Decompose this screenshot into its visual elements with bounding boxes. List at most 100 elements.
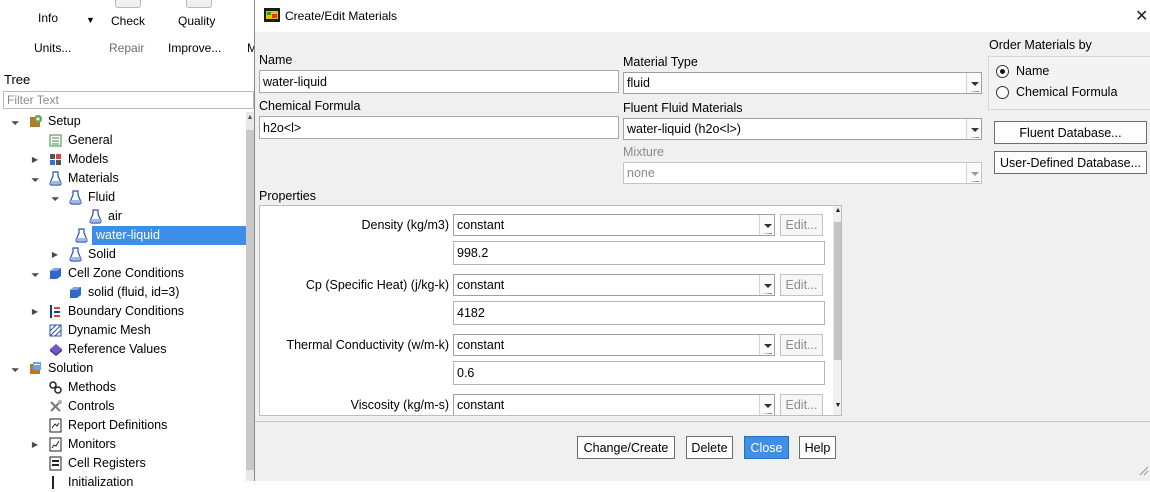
- delete-button[interactable]: Delete: [686, 436, 733, 459]
- collapse-icon[interactable]: ◢: [25, 168, 46, 189]
- toolbar-quality-button[interactable]: Quality: [178, 14, 215, 28]
- tree-item-solid-fluid-id-3[interactable]: solid (fluid, id=3): [0, 283, 246, 302]
- tree-item-fluid[interactable]: ◢ Fluid: [0, 188, 246, 207]
- collapse-icon[interactable]: ◢: [5, 358, 26, 379]
- property-method-dropdown[interactable]: constant: [453, 394, 775, 415]
- scroll-up-icon[interactable]: ▲: [246, 114, 254, 121]
- scroll-down-icon[interactable]: ▼: [833, 402, 841, 409]
- mixture-label: Mixture: [623, 145, 664, 159]
- tree-item-methods[interactable]: Methods: [0, 378, 246, 397]
- property-value-input[interactable]: [454, 302, 824, 324]
- expand-icon[interactable]: ▶: [50, 245, 60, 264]
- scroll-up-icon[interactable]: ▲: [833, 207, 841, 214]
- tree-item-cell-registers[interactable]: Cell Registers: [0, 454, 246, 473]
- tree-scrollbar[interactable]: ▲: [246, 112, 254, 481]
- tree-item-label: Solution: [48, 361, 94, 375]
- chemical-formula-input[interactable]: [260, 117, 618, 138]
- reference-icon: [50, 344, 62, 356]
- order-by-name-label[interactable]: Name: [1016, 64, 1049, 78]
- name-field[interactable]: [259, 70, 619, 93]
- report-icon: [49, 418, 62, 433]
- tree-item-setup[interactable]: ◢ Setup: [0, 112, 246, 131]
- property-value-input[interactable]: [454, 362, 824, 384]
- tree-item-air[interactable]: air: [0, 207, 246, 226]
- order-by-formula-label[interactable]: Chemical Formula: [1016, 85, 1117, 99]
- property-edit-button: Edit...: [780, 394, 823, 415]
- fluent-materials-dropdown[interactable]: water-liquid (h2o<l>): [623, 118, 982, 140]
- name-input[interactable]: [260, 71, 618, 92]
- material-type-dropdown[interactable]: fluid: [623, 72, 982, 94]
- property-value-field[interactable]: [453, 301, 825, 325]
- methods-icon: [49, 381, 62, 394]
- tree-filter[interactable]: [3, 91, 254, 109]
- close-icon[interactable]: ✕: [1135, 6, 1148, 26]
- help-button[interactable]: Help: [799, 436, 836, 459]
- order-by-name-radio[interactable]: [996, 65, 1009, 78]
- toolbar-improve-button[interactable]: Improve...: [168, 41, 221, 55]
- fluent-database-button[interactable]: Fluent Database...: [994, 121, 1147, 144]
- chevron-down-icon[interactable]: [966, 119, 981, 139]
- dialog-titlebar: Create/Edit Materials ✕: [255, 0, 1150, 32]
- property-method-dropdown[interactable]: constant: [453, 274, 775, 296]
- tree-item-boundary-conditions[interactable]: ▶ Boundary Conditions: [0, 302, 246, 321]
- close-button[interactable]: Close: [744, 436, 789, 459]
- change-create-button[interactable]: Change/Create: [577, 436, 675, 459]
- tree-item-general[interactable]: General: [0, 131, 246, 150]
- expand-icon[interactable]: ▶: [30, 150, 40, 169]
- filter-input[interactable]: [4, 92, 253, 108]
- tree-item-cell-zone-conditions[interactable]: ◢ Cell Zone Conditions: [0, 264, 246, 283]
- chevron-down-icon[interactable]: ▼: [86, 15, 95, 25]
- property-method-dropdown[interactable]: constant: [453, 334, 775, 356]
- collapse-icon[interactable]: ◢: [25, 263, 46, 284]
- property-edit-button: Edit...: [780, 214, 823, 236]
- property-method-value: constant: [457, 398, 505, 412]
- chevron-down-icon[interactable]: [759, 335, 774, 355]
- tree-item-materials[interactable]: ◢ Materials: [0, 169, 246, 188]
- collapse-icon[interactable]: ◢: [5, 111, 26, 132]
- toolbar-units-button[interactable]: Units...: [34, 41, 71, 55]
- chevron-down-icon[interactable]: [966, 73, 981, 93]
- tree-item-monitors[interactable]: ▶ Monitors: [0, 435, 246, 454]
- property-value-field[interactable]: [453, 361, 825, 385]
- expand-icon[interactable]: ▶: [30, 435, 40, 454]
- chevron-down-icon[interactable]: [759, 395, 774, 415]
- solution-icon: [30, 362, 41, 374]
- tree-item-label: Methods: [68, 380, 116, 394]
- chevron-down-icon: [966, 163, 981, 183]
- tree-item-solution[interactable]: ◢ Solution: [0, 359, 246, 378]
- properties-scrollbar[interactable]: ▲ ▼: [833, 206, 841, 415]
- scroll-thumb[interactable]: [834, 222, 841, 360]
- toolbar-check-button[interactable]: Check: [111, 14, 145, 28]
- property-method-dropdown[interactable]: constant: [453, 214, 775, 236]
- chevron-down-icon[interactable]: [759, 215, 774, 235]
- tree-item-dynamic-mesh[interactable]: Dynamic Mesh: [0, 321, 246, 340]
- tree-item-initialization[interactable]: Initialization: [0, 473, 246, 492]
- toolbar-info-button[interactable]: Info: [38, 11, 58, 25]
- user-defined-database-button[interactable]: User-Defined Database...: [994, 151, 1147, 174]
- resize-grip-icon[interactable]: [1137, 464, 1149, 476]
- property-value-field[interactable]: [453, 241, 825, 265]
- property-value-input[interactable]: [454, 242, 824, 264]
- registers-icon: [49, 456, 62, 471]
- tree-item-solid[interactable]: ▶ Solid: [0, 245, 246, 264]
- chemical-formula-field[interactable]: [259, 116, 619, 139]
- cell-zone-icon: [50, 268, 61, 279]
- property-label: Viscosity (kg/m-s): [350, 398, 449, 412]
- chevron-down-icon[interactable]: [759, 275, 774, 295]
- check-icon: [115, 0, 141, 8]
- order-by-formula-radio[interactable]: [996, 86, 1009, 99]
- flask-icon: [49, 171, 62, 186]
- flask-icon: [69, 190, 82, 205]
- collapse-icon[interactable]: ◢: [45, 187, 66, 208]
- tree-item-reference-values[interactable]: Reference Values: [0, 340, 246, 359]
- tree-item-label: Models: [68, 152, 109, 166]
- ribbon-toolbar: Info ▼ Check Quality Units... Repair Imp…: [0, 0, 257, 66]
- tree-item-controls[interactable]: Controls: [0, 397, 246, 416]
- scroll-thumb[interactable]: [246, 130, 254, 470]
- tree-item-report-definitions[interactable]: Report Definitions: [0, 416, 246, 435]
- tree-item-models[interactable]: ▶ Models: [0, 150, 246, 169]
- tree-item-water-liquid[interactable]: water-liquid: [75, 226, 246, 245]
- expand-icon[interactable]: ▶: [30, 302, 40, 321]
- property-label: Cp (Specific Heat) (j/kg-k): [305, 278, 449, 292]
- tree-item-label: General: [68, 133, 113, 147]
